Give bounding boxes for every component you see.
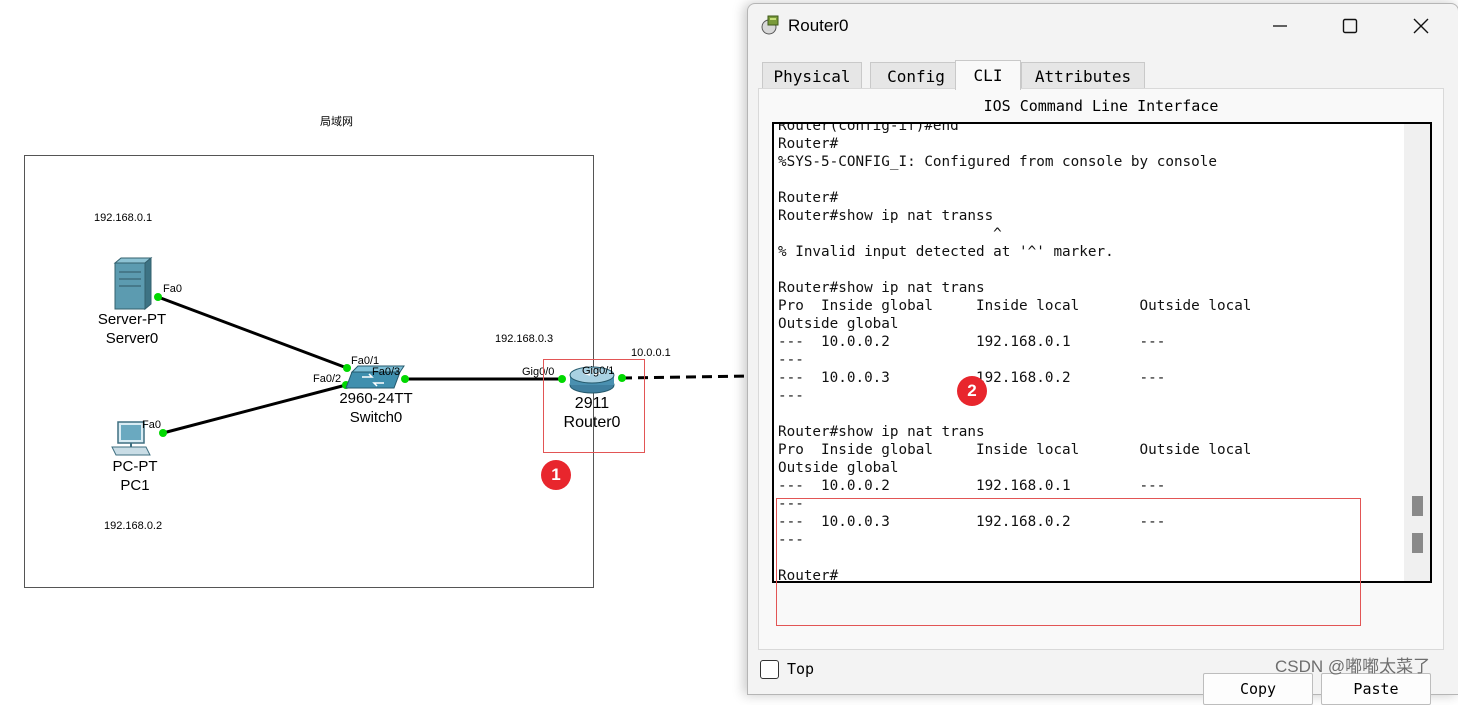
close-icon	[1413, 18, 1429, 34]
top-checkbox-label: Top	[787, 660, 815, 678]
terminal-line: Router#	[778, 136, 839, 152]
router-wan-ip-label: 10.0.0.1	[631, 347, 671, 359]
pc-port-label: Fa0	[142, 419, 161, 431]
link-dot-switch-fa01	[343, 364, 351, 372]
paste-button[interactable]: Paste	[1321, 673, 1431, 705]
terminal-line: Router#show ip nat trans	[778, 424, 985, 440]
router-highlight-box	[543, 359, 645, 453]
terminal-line: --- 10.0.0.2 192.168.0.1 ---	[778, 478, 1166, 494]
terminal-line: % Invalid input detected at '^' marker.	[778, 244, 1114, 260]
link-dot-server	[154, 293, 162, 301]
pc-ip-label: 192.168.0.2	[104, 520, 163, 532]
minimize-icon	[1273, 25, 1287, 27]
terminal-line: Outside global	[778, 316, 899, 332]
pc-model: PC-PT	[112, 458, 158, 475]
terminal-line: --- 10.0.0.3 192.168.0.2 ---	[778, 370, 1166, 386]
annotation-badge-2: 2	[957, 376, 987, 406]
server-port-label: Fa0	[163, 283, 182, 295]
maximize-button[interactable]	[1315, 4, 1385, 48]
tab-config[interactable]: Config	[870, 62, 962, 89]
terminal-line: Router(config-if)#end	[778, 122, 959, 134]
top-checkbox[interactable]	[760, 660, 779, 679]
terminal-line: Router#show ip nat transs	[778, 208, 994, 224]
copy-button[interactable]: Copy	[1203, 673, 1313, 705]
server-name: Server0	[105, 330, 159, 347]
router-ip-label: 192.168.0.3	[495, 333, 554, 345]
terminal-line: Pro Inside global Inside local Outside l…	[778, 298, 1252, 314]
switch-model: 2960-24TT	[339, 390, 413, 407]
terminal-line: Router#show ip nat trans	[778, 280, 985, 296]
server-ip-label: 192.168.0.1	[94, 212, 153, 224]
scrollbar-thumb[interactable]	[1412, 496, 1423, 516]
nat-output-highlight-box	[776, 498, 1361, 626]
router-window: Router0 Physical Config CLI Attributes I…	[747, 3, 1458, 705]
csdn-watermark: CSDN @嘟嘟太菜了	[1275, 657, 1431, 676]
tab-physical[interactable]: Physical	[762, 62, 862, 89]
terminal-line: ---	[778, 352, 804, 368]
pc-name: PC1	[120, 477, 150, 494]
link-dot-switch-fa03	[401, 375, 409, 383]
switch-name: Switch0	[349, 409, 403, 426]
tab-attributes[interactable]: Attributes	[1021, 62, 1145, 89]
server-device-label[interactable]: Server-PT Server0	[82, 310, 182, 348]
window-titlebar[interactable]: Router0	[748, 4, 1458, 48]
cable-pc-switch[interactable]	[162, 383, 347, 435]
cli-panel-title: IOS Command Line Interface	[983, 97, 1219, 115]
server-icon[interactable]	[113, 256, 153, 311]
terminal-line: ^	[778, 226, 1002, 242]
annotation-badge-1: 1	[541, 460, 571, 490]
cable-server-switch[interactable]	[157, 295, 348, 370]
terminal-line: %SYS-5-CONFIG_I: Configured from console…	[778, 154, 1217, 170]
terminal-line: Pro Inside global Inside local Outside l…	[778, 442, 1252, 458]
switch-port-fa03: Fa0/3	[372, 366, 401, 378]
minimize-button[interactable]	[1245, 4, 1315, 48]
cli-panel: IOS Command Line Interface Router(config…	[758, 88, 1444, 705]
terminal-line: Outside global	[778, 460, 899, 476]
terminal-scrollbar[interactable]	[1404, 124, 1430, 581]
window-title: Router0	[788, 16, 849, 35]
packet-tracer-app-icon	[761, 15, 779, 35]
server-model: Server-PT	[97, 311, 167, 328]
maximize-icon	[1342, 18, 1358, 34]
scrollbar-thumb-lower[interactable]	[1412, 533, 1423, 553]
tab-cli[interactable]: CLI	[955, 60, 1021, 90]
close-button[interactable]	[1386, 4, 1456, 48]
terminal-line: --- 10.0.0.2 192.168.0.1 ---	[778, 334, 1166, 350]
pc-device-label[interactable]: PC-PT PC1	[95, 457, 175, 495]
switch-device-label[interactable]: 2960-24TT Switch0	[326, 389, 426, 427]
terminal-line: Router#	[778, 190, 839, 206]
terminal-line: ---	[778, 388, 804, 404]
switch-port-fa02: Fa0/2	[313, 373, 342, 385]
